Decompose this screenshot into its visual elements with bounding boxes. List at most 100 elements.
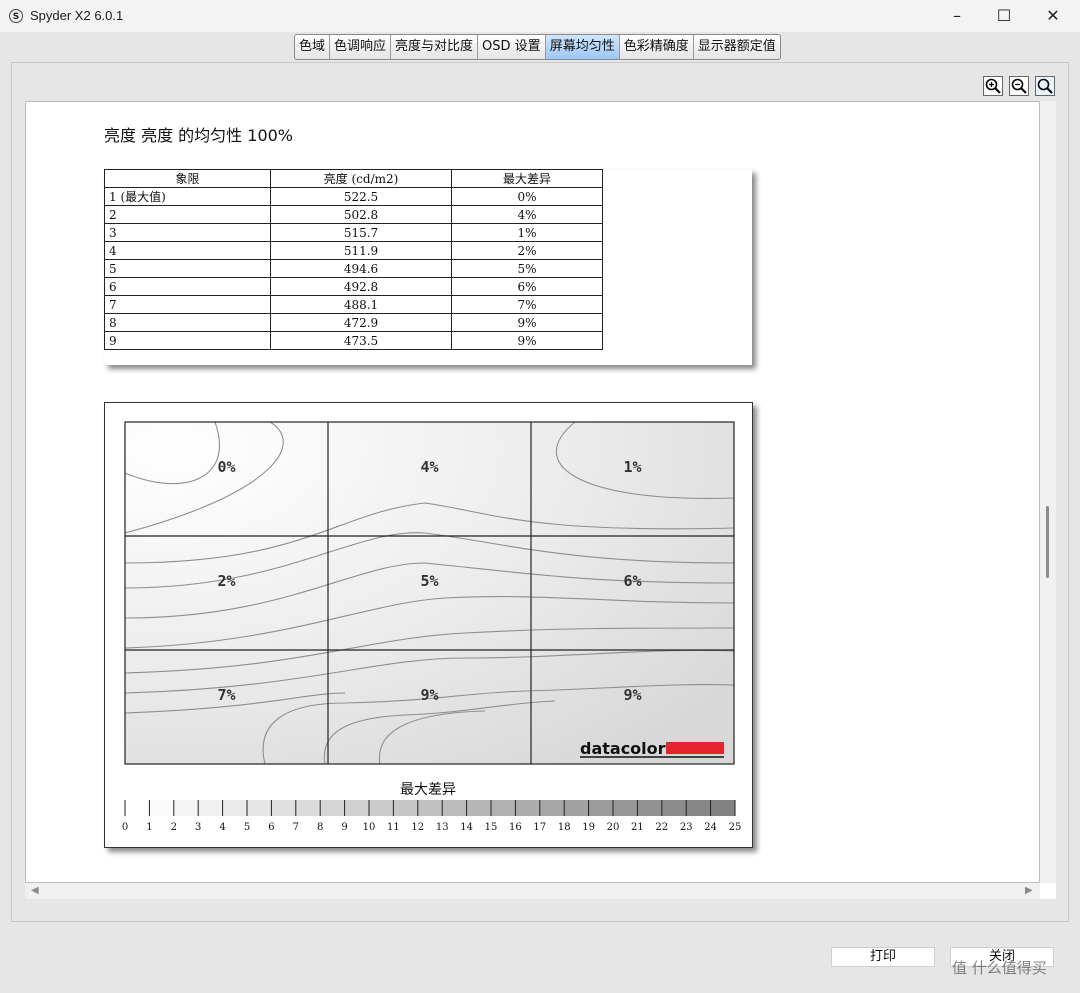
max-diff-cell: 4% bbox=[451, 205, 603, 224]
close-window-button[interactable]: ✕ bbox=[1030, 0, 1076, 32]
table-row: 1 (最大值) 522.5 0% bbox=[104, 187, 603, 206]
scroll-left-icon[interactable]: ◀ bbox=[31, 885, 39, 896]
datacolor-logo: datacolor bbox=[580, 739, 666, 758]
max-diff-cell: 7% bbox=[451, 295, 603, 314]
legend-swatch bbox=[710, 800, 735, 816]
minimize-button[interactable]: – bbox=[934, 0, 980, 32]
legend-tick-label: 24 bbox=[704, 822, 717, 833]
legend-tick-label: 1 bbox=[146, 822, 152, 833]
max-diff-cell: 6% bbox=[451, 277, 603, 296]
maximize-button[interactable]: ☐ bbox=[981, 0, 1027, 32]
legend-swatch bbox=[369, 800, 394, 816]
window-title: Spyder X2 6.0.1 bbox=[30, 8, 124, 23]
legend-swatch bbox=[271, 800, 296, 816]
legend-swatch bbox=[393, 800, 418, 816]
max-diff-cell: 1% bbox=[451, 223, 603, 242]
tab-osd-settings[interactable]: OSD 设置 bbox=[478, 35, 546, 59]
quadrant-cell: 7 bbox=[104, 295, 271, 314]
max-diff-cell: 9% bbox=[451, 331, 603, 350]
quadrant-label: 1% bbox=[623, 458, 641, 476]
legend-swatch bbox=[564, 800, 589, 816]
table-row: 7 488.1 7% bbox=[104, 295, 603, 314]
legend-swatch bbox=[466, 800, 491, 816]
luminance-cell: 511.9 bbox=[270, 241, 452, 260]
legend-title: 最大差异 bbox=[400, 782, 456, 798]
table-row: 4 511.9 2% bbox=[104, 241, 603, 260]
legend-swatch bbox=[491, 800, 516, 816]
legend-tick-label: 11 bbox=[387, 822, 400, 833]
report-page: 亮度 亮度 的均匀性 100% 象限 亮度 (cd/m2) 最大差异 1 (最大… bbox=[25, 101, 1040, 883]
tab-tone-response[interactable]: 色调响应 bbox=[330, 35, 392, 59]
legend-tick-label: 13 bbox=[436, 822, 449, 833]
tab-color-gamut[interactable]: 色域 bbox=[295, 35, 331, 59]
legend-tick-label: 18 bbox=[558, 822, 571, 833]
legend-tick-label: 16 bbox=[509, 822, 522, 833]
luminance-cell: 522.5 bbox=[270, 187, 452, 206]
legend-swatch bbox=[417, 800, 443, 816]
luminance-cell: 492.8 bbox=[270, 277, 452, 296]
legend-tick-label: 22 bbox=[655, 822, 668, 833]
table-row: 6 492.8 6% bbox=[104, 277, 603, 296]
uniformity-chart-card: 0% 4% 1% 2% 5% 6% 7% 9% 9% datacolor 最大差异 0 1 2 3 4 5 6 7 8… bbox=[104, 402, 753, 848]
legend-tick-label: 23 bbox=[680, 822, 693, 833]
legend-swatch bbox=[539, 800, 565, 816]
tab-screen-uniformity[interactable]: 屏幕均匀性 bbox=[545, 35, 620, 59]
vertical-scrollbar[interactable] bbox=[1040, 101, 1056, 883]
tab-color-accuracy[interactable]: 色彩精确度 bbox=[620, 35, 694, 59]
datacolor-logo-bar bbox=[666, 742, 724, 754]
quadrant-cell: 6 bbox=[104, 277, 271, 296]
horizontal-scrollbar[interactable]: ◀ ▶ bbox=[25, 883, 1040, 899]
title-bar: S Spyder X2 6.0.1 – ☐ ✕ bbox=[0, 0, 1080, 32]
luminance-cell: 488.1 bbox=[270, 295, 452, 314]
table-row: 9 473.5 9% bbox=[104, 331, 603, 350]
quadrant-label: 0% bbox=[217, 458, 235, 476]
quadrant-label: 5% bbox=[420, 572, 438, 590]
legend-swatch bbox=[588, 800, 613, 816]
legend-swatch bbox=[344, 800, 369, 816]
legend-swatch bbox=[442, 800, 467, 816]
uniformity-contour-chart: 0% 4% 1%2% 5% 6%7% 9% 9%datacolor最大差异0 1 2 3 4 5 6 7 8… bbox=[122, 421, 741, 833]
legend-swatch bbox=[149, 800, 174, 816]
quadrant-cell: 2 bbox=[104, 205, 271, 224]
legend-tick-label: 3 bbox=[195, 822, 201, 833]
legend-swatch bbox=[295, 800, 321, 816]
legend-swatch bbox=[198, 800, 223, 816]
quadrant-label: 9% bbox=[623, 686, 641, 704]
quadrant-label: 4% bbox=[420, 458, 438, 476]
print-button[interactable]: 打印 bbox=[831, 947, 935, 967]
legend-swatch bbox=[247, 800, 272, 816]
legend-tick-label: 2 bbox=[171, 822, 177, 833]
tab-brightness-contrast[interactable]: 亮度与对比度 bbox=[391, 35, 479, 59]
luminance-cell: 472.9 bbox=[270, 313, 452, 332]
scrollbar-corner bbox=[1040, 883, 1056, 899]
app-icon: S bbox=[9, 9, 23, 23]
zoom-out-icon[interactable] bbox=[1009, 76, 1029, 96]
table-header-row: 象限 亮度 (cd/m2) 最大差异 bbox=[104, 169, 603, 188]
watermark: 值 什么值得买 bbox=[952, 959, 1047, 977]
column-header-max-diff: 最大差异 bbox=[451, 169, 603, 188]
legend-swatch bbox=[661, 800, 687, 816]
quadrant-label: 9% bbox=[420, 686, 438, 704]
max-diff-cell: 5% bbox=[451, 259, 603, 278]
legend-tick-label: 4 bbox=[219, 822, 225, 833]
quadrant-cell: 8 bbox=[104, 313, 271, 332]
legend-swatch bbox=[686, 800, 711, 816]
legend-tick-label: 5 bbox=[244, 822, 250, 833]
vertical-scroll-thumb[interactable] bbox=[1046, 506, 1049, 578]
luminance-cell: 515.7 bbox=[270, 223, 452, 242]
legend-tick-label: 10 bbox=[363, 822, 376, 833]
legend-tick-label: 0 bbox=[122, 822, 128, 833]
zoom-fit-icon[interactable] bbox=[1035, 76, 1055, 96]
tab-display-rating[interactable]: 显示器额定值 bbox=[694, 35, 780, 59]
quadrant-cell: 1 (最大值) bbox=[104, 187, 271, 206]
zoom-in-icon[interactable] bbox=[983, 76, 1003, 96]
legend-swatch bbox=[125, 800, 150, 816]
luminance-cell: 502.8 bbox=[270, 205, 452, 224]
scroll-right-icon[interactable]: ▶ bbox=[1025, 885, 1033, 896]
quadrant-cell: 4 bbox=[104, 241, 271, 260]
column-header-luminance: 亮度 (cd/m2) bbox=[270, 169, 452, 188]
quadrant-label: 7% bbox=[217, 686, 235, 704]
report-title: 亮度 亮度 的均匀性 100% bbox=[104, 126, 294, 145]
max-diff-cell: 0% bbox=[451, 187, 603, 206]
legend-tick-label: 21 bbox=[631, 822, 644, 833]
